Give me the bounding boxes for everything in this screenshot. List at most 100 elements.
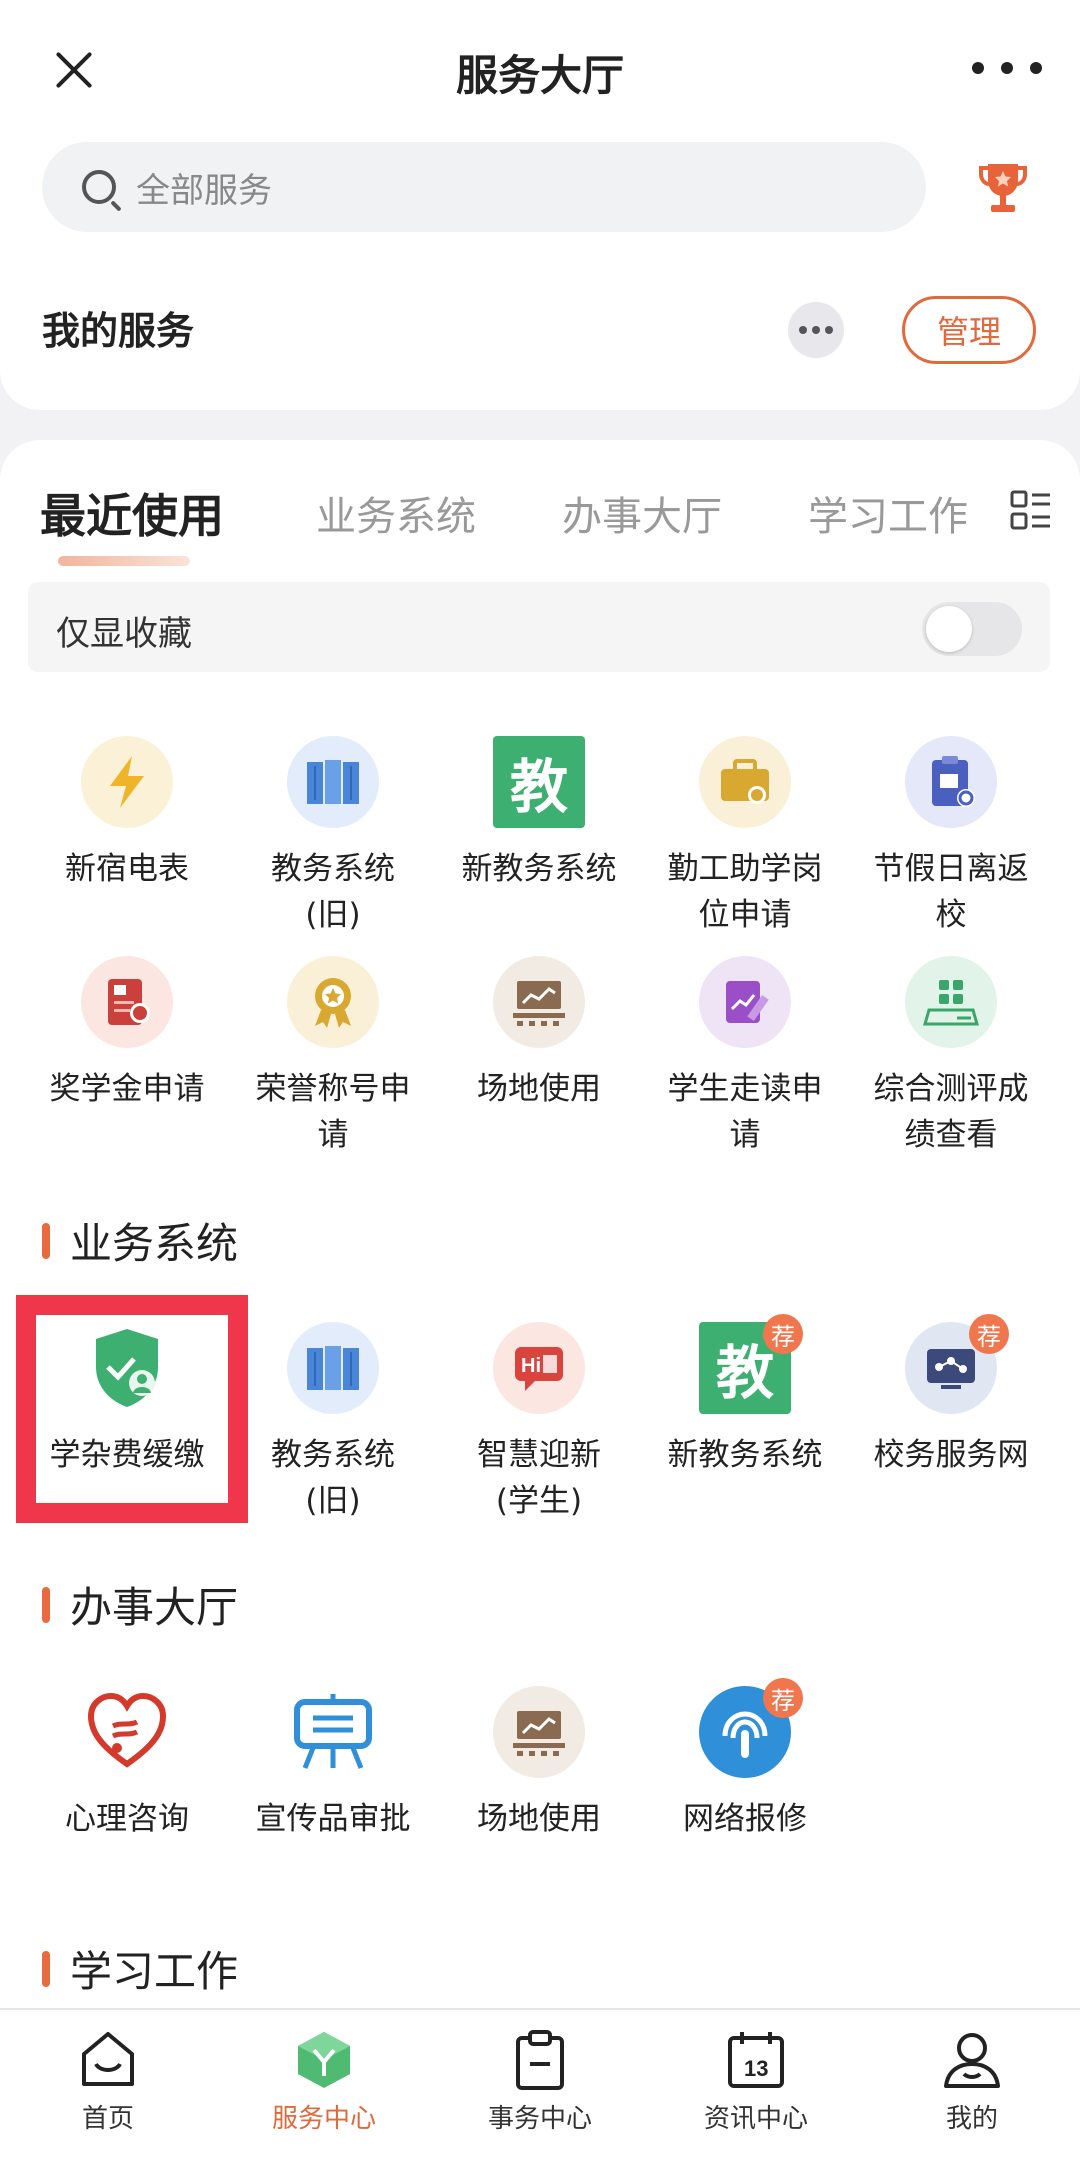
- app-label: 智慧迎新 (学生): [477, 1437, 601, 1519]
- books-icon: [287, 1322, 379, 1414]
- trophy-icon[interactable]: [978, 160, 1028, 216]
- app-label: 新宿电表: [65, 851, 189, 887]
- page-title: 服务大厅: [455, 51, 624, 100]
- app-item[interactable]: 新宿电表: [24, 736, 230, 956]
- section-title-affairs: 办事大厅: [42, 1574, 238, 1635]
- briefcase-icon: [699, 736, 791, 828]
- tab-affairs[interactable]: 办事大厅: [562, 484, 722, 542]
- clipboard-icon: [905, 736, 997, 828]
- search-placeholder: 全部服务: [136, 170, 272, 211]
- app-label: 勤工助学岗 位申请: [667, 851, 823, 933]
- manage-button[interactable]: 管理: [902, 296, 1036, 364]
- app-item[interactable]: 心理咨询: [24, 1686, 230, 1906]
- signal-icon: 荐: [699, 1678, 803, 1778]
- app-label: 网络报修: [683, 1801, 807, 1837]
- bottom-nav: 首页 服务中心 事务中心 13 资讯中心 我的: [0, 2008, 1080, 2165]
- nav-label: 事务中心: [487, 2104, 592, 2134]
- app-label: 新教务系统: [667, 1437, 823, 1473]
- app-item[interactable]: 勤工助学岗 位申请: [642, 736, 848, 956]
- calendar-icon: 13: [728, 2032, 784, 2088]
- app-label: 综合测评成 绩查看: [873, 1071, 1029, 1153]
- favorites-only-label: 仅显收藏: [56, 614, 192, 654]
- svg-text:13: 13: [744, 2056, 768, 2081]
- app-item[interactable]: 奖学金申请: [24, 956, 230, 1176]
- tab-recent[interactable]: 最近使用: [40, 480, 224, 546]
- easel-icon: [287, 1686, 379, 1778]
- section-title-business: 业务系统: [42, 1210, 238, 1271]
- app-label: 心理咨询: [65, 1801, 189, 1837]
- top-panel: 服务大厅 全部服务 我的服务 管理: [0, 0, 1080, 410]
- app-item[interactable]: 场地使用: [436, 956, 642, 1176]
- home-icon: [82, 2032, 134, 2086]
- person-icon: [944, 2033, 1000, 2088]
- app-label: 场地使用: [477, 1801, 601, 1837]
- svg-text:Hi: Hi: [521, 1355, 541, 1377]
- app-label: 教务系统 (旧): [271, 1437, 395, 1519]
- app-item[interactable]: 教 荐 新教务系统: [642, 1314, 848, 1542]
- app-item[interactable]: 教务系统 (旧): [230, 736, 436, 956]
- service-list-card: 最近使用 业务系统 办事大厅 学习工作 仅显收藏 新宿电表 教务系统 (旧) 教…: [0, 440, 1080, 2010]
- nav-label: 服务中心: [271, 2104, 376, 2134]
- app-item[interactable]: 荐 校务服务网: [848, 1314, 1054, 1542]
- app-item[interactable]: 综合测评成 绩查看: [848, 956, 1054, 1176]
- edit-doc-icon: [699, 956, 791, 1048]
- highlight-box: [16, 1295, 248, 1523]
- category-tabs: 最近使用 业务系统 办事大厅 学习工作: [0, 440, 1080, 580]
- app-label: 新教务系统: [461, 851, 617, 887]
- active-tab-indicator: [58, 556, 190, 566]
- jiao-icon: 教: [493, 736, 585, 828]
- app-item[interactable]: 节假日离返校: [848, 736, 1054, 956]
- affairs-apps-grid: 心理咨询 宣传品审批 场地使用 荐 网络报修: [24, 1678, 1056, 1906]
- app-item[interactable]: 教 新教务系统: [436, 736, 642, 956]
- search-icon: [82, 170, 116, 204]
- tab-business[interactable]: 业务系统: [316, 484, 476, 542]
- app-item[interactable]: 场地使用: [436, 1686, 642, 1906]
- app-item[interactable]: 宣传品审批: [230, 1686, 436, 1906]
- welcome-icon: Hi: [493, 1322, 585, 1414]
- app-label: 荣誉称号申请: [255, 1071, 411, 1153]
- recommend-badge: 荐: [763, 1678, 803, 1718]
- app-label: 教务系统 (旧): [271, 851, 395, 933]
- nav-label: 我的: [945, 2104, 998, 2134]
- lightning-icon: [81, 736, 173, 828]
- nav-service-center[interactable]: 服务中心: [216, 2010, 432, 2165]
- app-label: 学生走读申请: [667, 1071, 823, 1153]
- jiao-icon: 教 荐: [699, 1314, 803, 1414]
- scholarship-icon: [81, 956, 173, 1048]
- clipboard-nav-icon: [516, 2030, 564, 2090]
- tab-study[interactable]: 学习工作: [808, 484, 968, 542]
- recent-apps-grid: 新宿电表 教务系统 (旧) 教 新教务系统 勤工助学岗 位申请 节假日离返校 奖…: [24, 736, 1056, 1176]
- service-cube-icon: [298, 2032, 350, 2088]
- app-label: 场地使用: [477, 1071, 601, 1107]
- nav-label: 资讯中心: [703, 2104, 808, 2134]
- app-item[interactable]: 学生走读申请: [642, 956, 848, 1176]
- section-title-study: 学习工作: [42, 1938, 238, 1999]
- title-bar: 服务大厅: [0, 0, 1080, 140]
- medal-icon: [287, 956, 379, 1048]
- favorites-only-toggle[interactable]: [922, 602, 1022, 656]
- nav-mine[interactable]: 我的: [864, 2010, 1080, 2165]
- nav-news-center[interactable]: 13 资讯中心: [648, 2010, 864, 2165]
- app-label: 宣传品审批: [255, 1801, 411, 1837]
- favorites-only-row: 仅显收藏: [28, 582, 1050, 672]
- stage-icon: [493, 1686, 585, 1778]
- app-item[interactable]: 荣誉称号申请: [230, 956, 436, 1176]
- app-label: 校务服务网: [873, 1437, 1029, 1473]
- category-grid-icon[interactable]: [1010, 490, 1052, 532]
- app-item[interactable]: Hi 智慧迎新 (学生): [436, 1322, 642, 1542]
- search-input[interactable]: 全部服务: [42, 142, 926, 232]
- my-services-more-button[interactable]: [788, 302, 844, 358]
- books-icon: [287, 736, 379, 828]
- network-icon: 荐: [905, 1314, 1009, 1414]
- heart-icon: [81, 1686, 173, 1778]
- nav-affairs-center[interactable]: 事务中心: [432, 2010, 648, 2165]
- nav-label: 首页: [81, 2104, 134, 2134]
- app-item[interactable]: 荐 网络报修: [642, 1678, 848, 1906]
- app-item[interactable]: 教务系统 (旧): [230, 1322, 436, 1542]
- recommend-badge: 荐: [969, 1314, 1009, 1354]
- my-services-label: 我的服务: [42, 309, 195, 353]
- recommend-badge: 荐: [763, 1314, 803, 1354]
- app-label: 节假日离返校: [873, 851, 1029, 933]
- more-options-button[interactable]: [972, 48, 1042, 88]
- nav-home[interactable]: 首页: [0, 2010, 216, 2165]
